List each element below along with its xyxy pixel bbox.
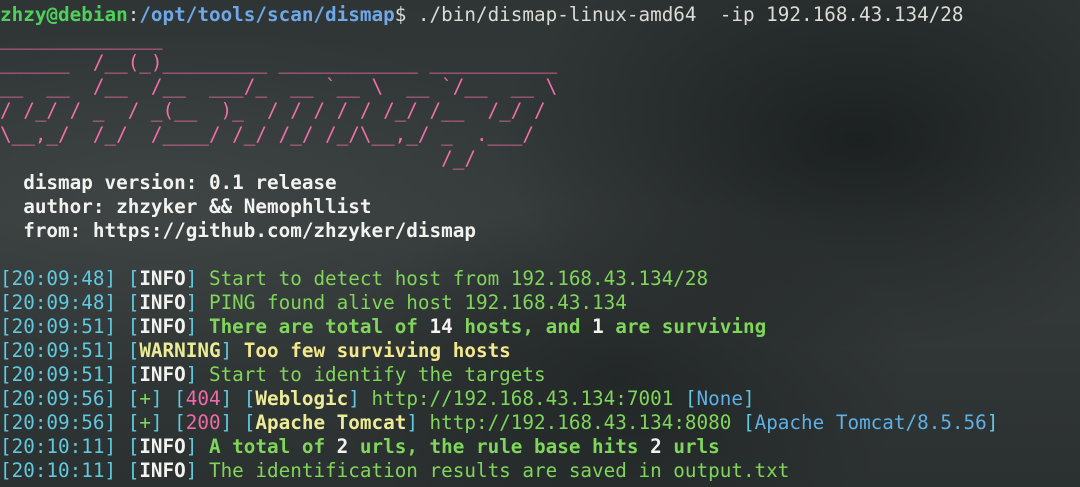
from-text: from: https://github.com/zhzyker/dismap — [23, 219, 476, 242]
log-line: [20:09:56] [+] [404] [Weblogic] http://1… — [0, 387, 755, 410]
log-message-part: hosts, and — [464, 315, 581, 338]
ascii-banner: ______________ ______ /__(_)_________ __… — [0, 27, 558, 170]
log-line: [20:09:51] [INFO] Start to identify the … — [0, 363, 546, 386]
log-timestamp: [20:10:11] — [0, 459, 117, 482]
log-timestamp: [20:09:51] — [0, 339, 117, 362]
app-version: None — [696, 387, 743, 410]
log-line: [20:09:48] [INFO] Start to detect host f… — [0, 267, 709, 290]
log-warning-message: Too few surviving hosts — [243, 339, 511, 362]
prompt-path: /opt/tools/scan/dismap — [139, 3, 395, 26]
log-hit-marker: + — [139, 411, 151, 434]
log-level: INFO — [139, 459, 186, 482]
author-text: author: zhzyker && Nemophllist — [23, 195, 372, 218]
log-message-part: urls, the rule base hits — [359, 435, 639, 458]
log-line: [20:09:48] [INFO] PING found alive host … — [0, 291, 627, 314]
url-total-count: 2 — [336, 435, 349, 458]
http-status-code: 404 — [185, 387, 221, 410]
log-hit-marker: + — [139, 387, 151, 410]
log-timestamp: [20:09:48] — [0, 291, 117, 314]
log-timestamp: [20:10:11] — [0, 435, 117, 458]
log-line: [20:09:51] [WARNING] Too few surviving h… — [0, 339, 511, 362]
log-level: INFO — [139, 315, 186, 338]
log-timestamp: [20:09:48] — [0, 267, 117, 290]
host-surviving-count: 1 — [592, 315, 604, 338]
identified-app: Apache Tomcat — [255, 411, 407, 434]
from-line: from: https://github.com/zhzyker/dismap — [0, 219, 476, 243]
log-level: INFO — [139, 291, 186, 314]
prompt-separator: : — [127, 3, 140, 26]
prompt-user: zhzy@debian — [0, 3, 128, 26]
log-message: Start to identify the targets — [208, 363, 546, 386]
log-message: Start to detect host from 192.168.43.134… — [208, 267, 709, 290]
log-timestamp: [20:09:51] — [0, 363, 117, 386]
log-line: [20:10:11] [INFO] A total of 2 urls, the… — [0, 435, 720, 458]
http-status-code: 200 — [185, 411, 221, 434]
prompt-dollar: $ — [394, 3, 407, 26]
author-line: author: zhzyker && Nemophllist — [0, 195, 371, 219]
target-url: http://192.168.43.134:8080 — [429, 411, 732, 434]
log-level: INFO — [139, 435, 186, 458]
rule-hit-count: 2 — [650, 435, 662, 458]
log-line: [20:10:11] [INFO] The identification res… — [0, 459, 790, 482]
identified-app: Weblogic — [255, 387, 349, 410]
log-timestamp: [20:09:51] — [0, 315, 117, 338]
log-timestamp: [20:09:56] — [0, 411, 117, 434]
version-text: dismap version: 0.1 release — [23, 171, 337, 194]
log-level: INFO — [139, 363, 186, 386]
prompt-command: ./bin/dismap-linux-amd64 -ip 192.168.43.… — [406, 3, 964, 26]
log-message: PING found alive host 192.168.43.134 — [208, 291, 627, 314]
log-message: The identification results are saved in … — [208, 459, 790, 482]
terminal-window[interactable]: zhzy@debian:/opt/tools/scan/dismap$ ./bi… — [0, 0, 1080, 487]
log-message-part: There are total of — [208, 315, 418, 338]
host-total-count: 14 — [429, 315, 453, 338]
app-version: Apache Tomcat/8.5.56 — [754, 411, 987, 434]
log-line: [20:09:51] [INFO] There are total of 14 … — [0, 315, 767, 338]
log-message-part: A total of — [208, 435, 326, 458]
log-level-warning: WARNING — [139, 339, 221, 362]
version-line: dismap version: 0.1 release — [0, 171, 337, 195]
log-message-part: are surviving — [615, 315, 767, 338]
log-line: [20:09:56] [+] [200] [Apache Tomcat] htt… — [0, 411, 999, 434]
target-url: http://192.168.43.134:7001 — [371, 387, 674, 410]
log-level: INFO — [139, 267, 186, 290]
log-message-part: urls — [673, 435, 720, 458]
log-timestamp: [20:09:56] — [0, 387, 117, 410]
prompt-line: zhzy@debian:/opt/tools/scan/dismap$ ./bi… — [0, 3, 964, 27]
